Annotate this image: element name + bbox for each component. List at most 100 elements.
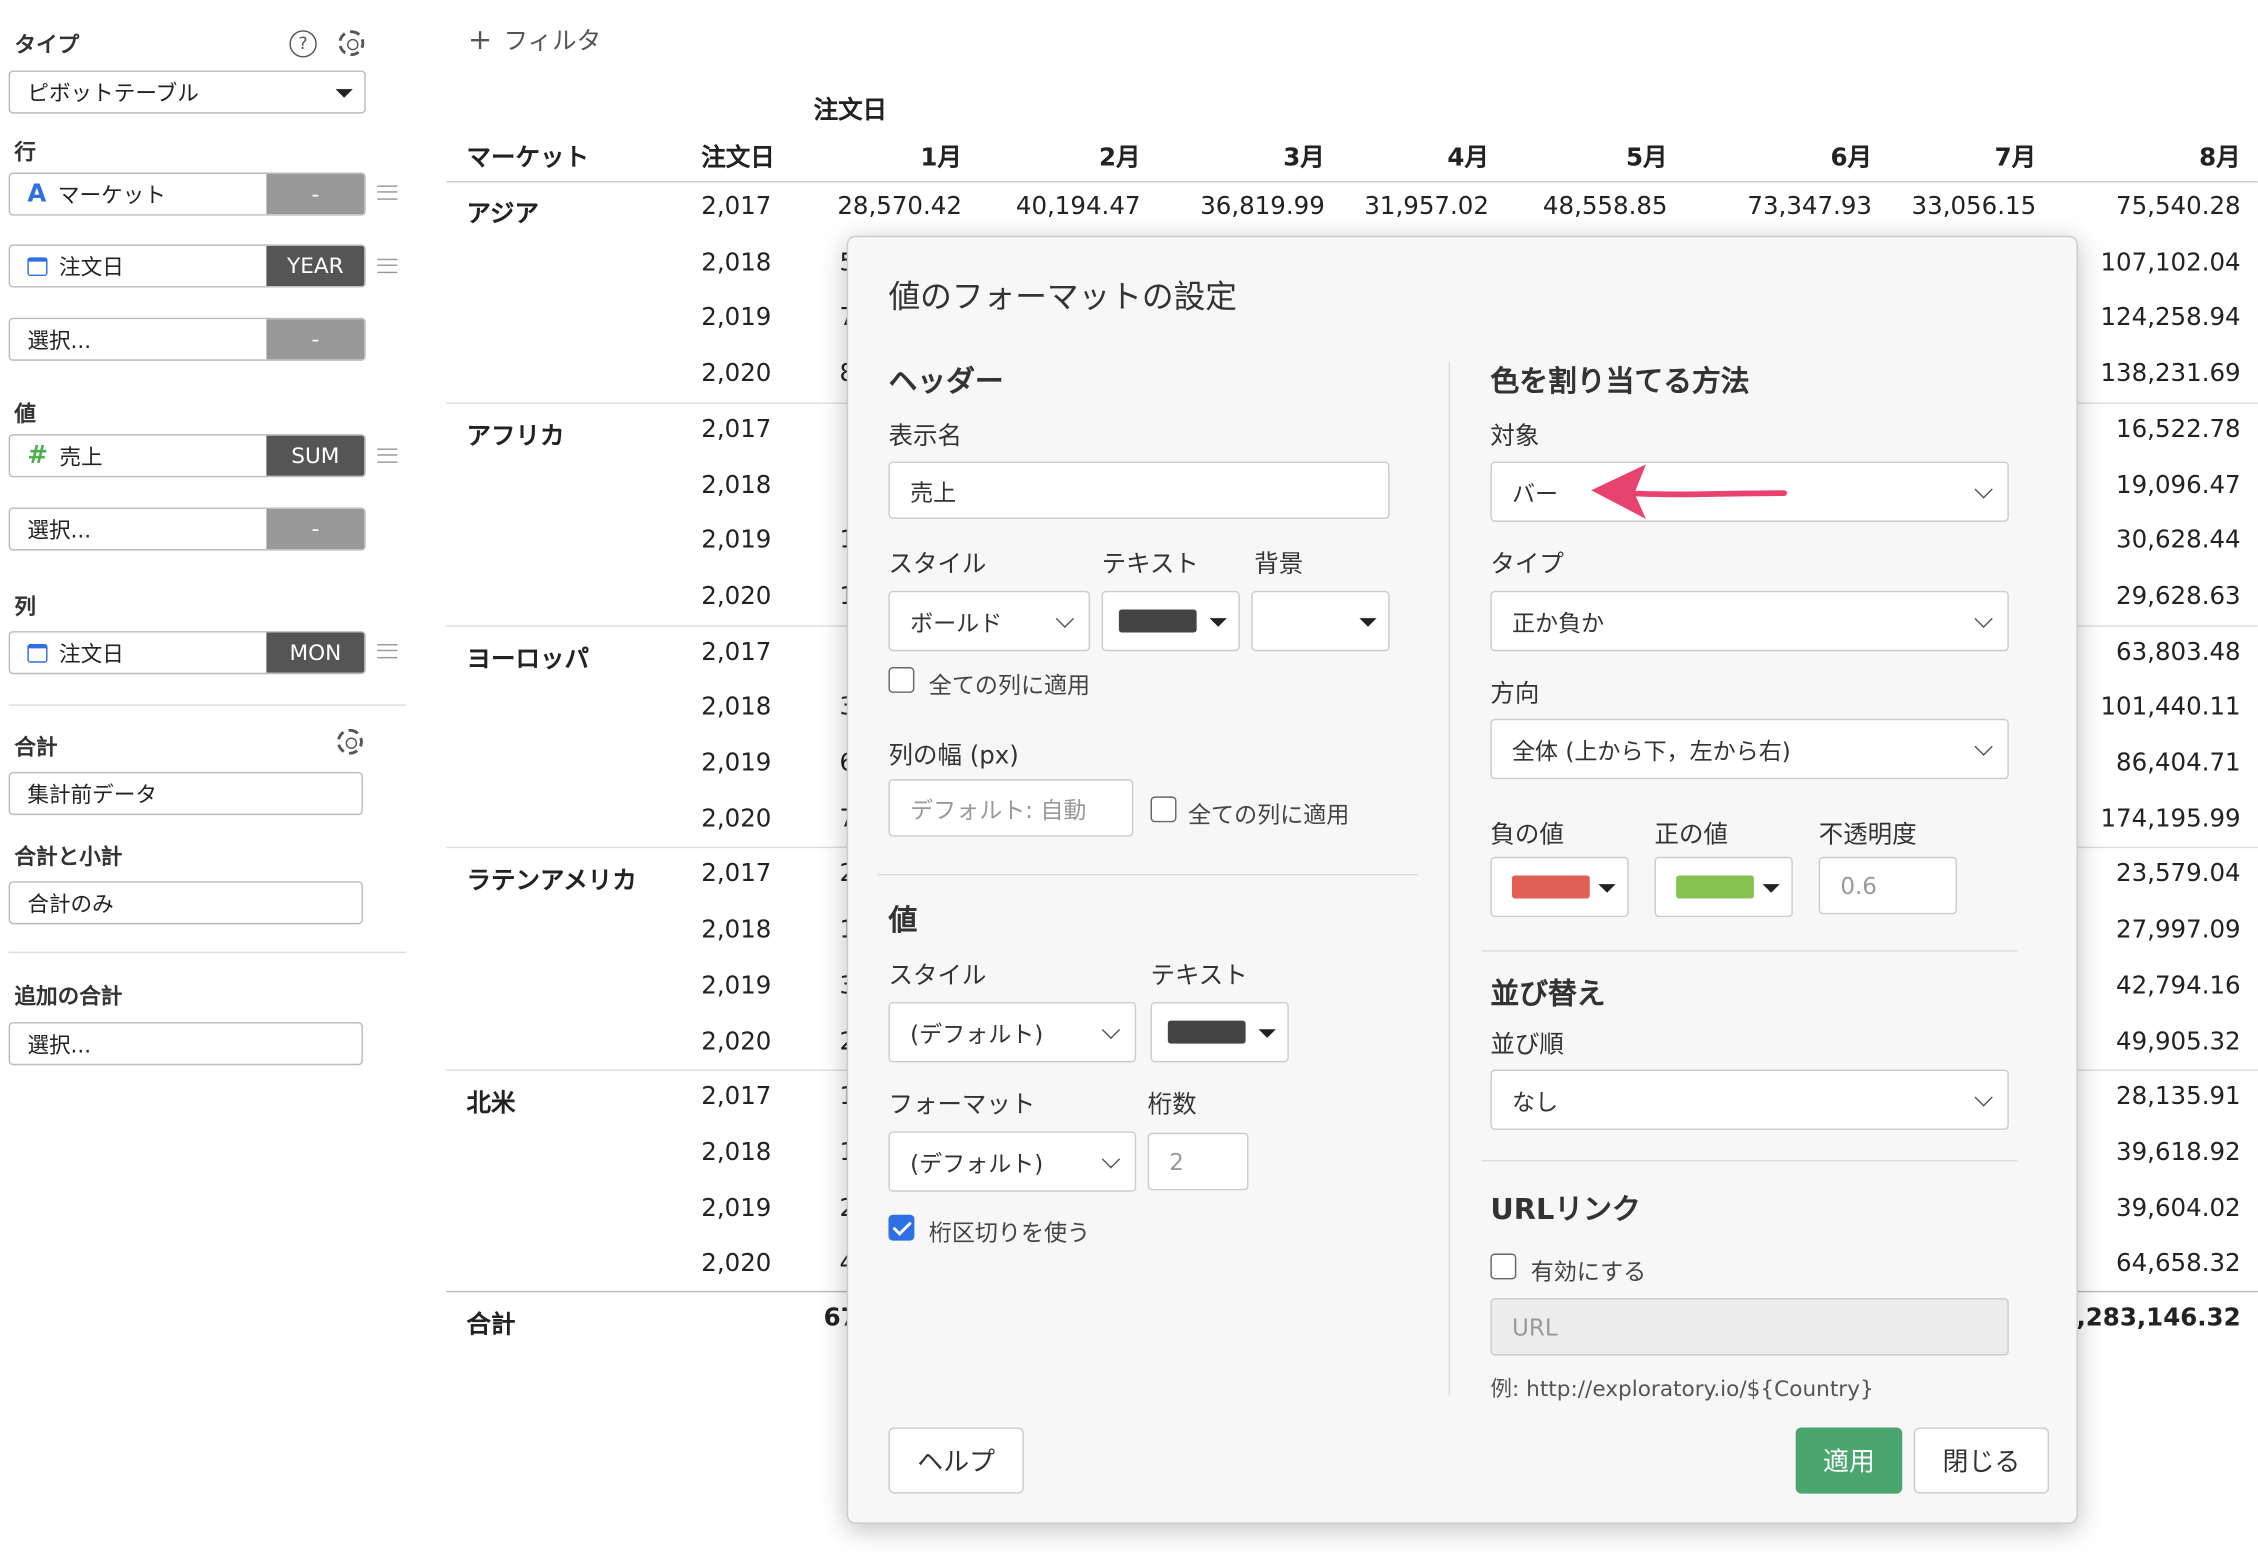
drag-handle-icon[interactable]: [377, 644, 398, 659]
year-cell: 2,018: [701, 693, 772, 723]
year-cell: 2,019: [701, 1193, 772, 1223]
negative-color-picker[interactable]: [1490, 856, 1629, 918]
sort-order-label: 並び順: [1490, 1030, 1564, 1060]
apply-all-columns-width-checkbox[interactable]: [1150, 796, 1177, 823]
apply-button[interactable]: 適用: [1795, 1427, 1903, 1494]
row-field-order-date[interactable]: 注文日 YEAR: [8, 244, 366, 288]
apply-all-columns-checkbox[interactable]: [888, 667, 915, 693]
values-label: 値: [14, 401, 37, 427]
year-cell: 2,019: [701, 748, 772, 778]
color-section-title: 色を割り当てる方法: [1490, 363, 1750, 399]
value-field-tag[interactable]: SUM: [266, 435, 365, 476]
help-icon[interactable]: ?: [289, 30, 317, 58]
row-field-tag[interactable]: YEAR: [266, 245, 365, 287]
chevron-down-icon: [1974, 609, 1993, 628]
extra-total-select[interactable]: 選択...: [8, 1022, 363, 1066]
drag-handle-icon[interactable]: [377, 448, 398, 463]
row-field-tag[interactable]: -: [266, 173, 365, 215]
header-bg-color-picker[interactable]: [1251, 590, 1390, 652]
market-cell: ラテンアメリカ: [466, 867, 637, 897]
year-cell: 2,018: [701, 248, 772, 277]
sort-order-select[interactable]: なし: [1490, 1069, 2009, 1130]
column-field-tag[interactable]: MON: [266, 632, 365, 673]
thousand-separator-checkbox[interactable]: [888, 1214, 915, 1241]
month-header: 6月: [1830, 143, 1873, 173]
header-text-color-picker[interactable]: [1101, 590, 1240, 652]
section-divider: [1481, 950, 2018, 952]
value-style-select[interactable]: (デフォルト): [888, 1001, 1137, 1063]
value-field-tag[interactable]: -: [266, 508, 365, 550]
section-divider: [876, 874, 1419, 876]
url-input[interactable]: URL: [1490, 1298, 2009, 1356]
row-field-market[interactable]: A マーケット -: [8, 172, 366, 216]
add-filter-button[interactable]: + フィルタ: [468, 20, 602, 57]
month-header: 8月: [2199, 143, 2241, 173]
subtotal-select[interactable]: 合計のみ: [8, 881, 363, 925]
header-style-label: スタイル: [888, 550, 987, 580]
drag-handle-icon[interactable]: [377, 258, 398, 274]
gear-icon[interactable]: [336, 728, 363, 755]
subtotal-label: 合計と小計: [14, 843, 123, 870]
year-cell: 2,020: [701, 804, 772, 834]
total-cell: 67: [823, 1303, 858, 1333]
year-cell: 2,017: [701, 860, 772, 889]
year-cell: 2,019: [701, 303, 772, 333]
pointer-arrow-icon: [1591, 464, 1788, 519]
text-color-swatch: [1167, 1020, 1246, 1044]
chevron-down-icon: [1974, 737, 1993, 756]
row-field-tag[interactable]: -: [266, 319, 365, 360]
help-button[interactable]: ヘルプ: [888, 1427, 1024, 1494]
columns-label: 列: [14, 593, 37, 620]
market-cell: 北米: [466, 1089, 516, 1119]
chart-type-value: ピボットテーブル: [27, 79, 199, 106]
row-header-order-date: 注文日: [701, 143, 775, 173]
month-header: 7月: [1994, 143, 2037, 173]
value-field-sales[interactable]: # 売上 SUM: [8, 434, 366, 478]
caret-down-icon: [1359, 618, 1377, 627]
dialog-title: 値のフォーマットの設定: [888, 280, 1237, 317]
row-field-label: 注文日: [59, 253, 124, 280]
caret-down-icon: [1762, 884, 1780, 893]
value-style-label: スタイル: [888, 961, 987, 991]
column-field-order-date[interactable]: 注文日 MON: [8, 631, 366, 675]
row-field-label: 選択...: [27, 327, 92, 353]
column-group-header: 注文日: [813, 96, 888, 126]
value-cell: 48,558.85: [1542, 192, 1668, 222]
chevron-down-icon: [1974, 1088, 1993, 1107]
year-cell: 2,020: [701, 1027, 772, 1056]
value-field-select[interactable]: 選択... -: [8, 507, 366, 551]
column-width-input[interactable]: デフォルト: 自動: [888, 779, 1134, 837]
header-text-label: テキスト: [1101, 550, 1199, 580]
year-cell: 2,020: [701, 1249, 772, 1279]
opacity-input[interactable]: 0.6: [1818, 856, 1957, 915]
positive-color-picker[interactable]: [1654, 856, 1793, 918]
digits-input[interactable]: 2: [1147, 1132, 1249, 1191]
value-section-title: 値: [888, 902, 918, 938]
chevron-down-icon: [1101, 1150, 1121, 1169]
url-example: 例: http://exploratory.io/${Country}: [1490, 1375, 1874, 1402]
total-select[interactable]: 集計前データ: [8, 771, 363, 816]
gear-icon[interactable]: [338, 30, 365, 57]
color-type-select[interactable]: 正か負か: [1490, 590, 2009, 652]
value-text-color-picker[interactable]: [1150, 1001, 1289, 1063]
add-filter-label: フィルタ: [503, 27, 602, 57]
total-label: 合計: [14, 734, 58, 761]
header-style-select[interactable]: ボールド: [888, 590, 1091, 652]
drag-handle-icon[interactable]: [377, 185, 398, 200]
format-select[interactable]: (デフォルト): [888, 1131, 1137, 1192]
row-header-market: マーケット: [466, 143, 589, 173]
value-cell: 36,819.99: [1200, 192, 1325, 222]
value-style-value: (デフォルト): [910, 1020, 1044, 1048]
display-name-input[interactable]: 売上: [888, 461, 1390, 519]
negative-color-swatch: [1512, 875, 1590, 899]
header-section-title: ヘッダー: [888, 363, 1004, 399]
direction-select[interactable]: 全体 (上から下，左から右): [1490, 718, 2009, 780]
row-field-select[interactable]: 選択... -: [8, 317, 366, 361]
enable-url-checkbox[interactable]: [1490, 1253, 1517, 1280]
apply-all-columns-label: 全ての列に適用: [928, 671, 1091, 699]
apply-all-columns-width-label: 全ての列に適用: [1188, 800, 1350, 828]
chart-type-select[interactable]: ピボットテーブル: [8, 70, 366, 114]
year-cell: 2,018: [701, 915, 772, 945]
caret-down-icon: [1598, 884, 1616, 893]
close-button[interactable]: 閉じる: [1913, 1427, 2050, 1494]
